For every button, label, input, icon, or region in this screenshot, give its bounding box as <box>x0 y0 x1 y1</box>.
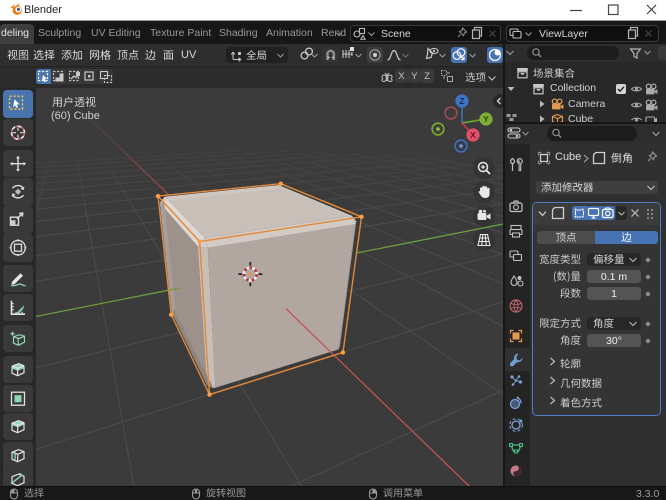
svg-text:Y: Y <box>483 114 489 124</box>
svg-text:Z: Z <box>459 96 464 106</box>
svg-text:X: X <box>470 130 476 140</box>
